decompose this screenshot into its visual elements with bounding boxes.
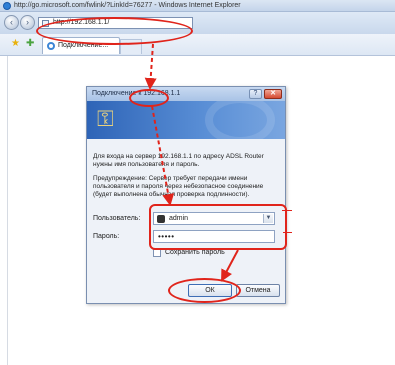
annotation-tick	[282, 210, 292, 211]
ok-highlight-ellipse	[168, 278, 241, 303]
dialog-banner: ⚿	[87, 101, 285, 139]
dialog-titlebar: Подключение к 192.168.1.1 ? ✕	[87, 87, 285, 101]
remember-password-label[interactable]: Сохранить пароль	[165, 249, 225, 256]
window-title: http://go.microsoft.com/fwlink/?LinkId=7…	[14, 2, 241, 9]
window-titlebar: http://go.microsoft.com/fwlink/?LinkId=7…	[0, 0, 395, 12]
credentials-highlight-box	[149, 204, 287, 250]
remember-password-checkbox[interactable]	[153, 249, 161, 257]
add-favorite-icon[interactable]: ✚	[26, 38, 34, 49]
loading-icon	[47, 42, 55, 50]
password-label: Пароль:	[93, 233, 120, 240]
annotation-tick	[283, 232, 292, 233]
cancel-button[interactable]: Отмена	[236, 284, 280, 297]
back-arrow-icon[interactable]: ‹	[4, 15, 19, 30]
banner-decoration	[205, 101, 275, 139]
dialog-warning: Предупреждение: Сервер требует передачи …	[93, 175, 264, 198]
favorites-star-icon[interactable]: ★	[11, 38, 20, 49]
title-highlight-ellipse	[129, 89, 169, 107]
keys-icon: ⚿	[97, 106, 114, 131]
page-border	[7, 56, 8, 365]
dialog-message: Для входа на сервер 192.168.1.1 по адрес…	[93, 153, 264, 168]
login-dialog: Подключение к 192.168.1.1 ? ✕ ⚿ Для вход…	[86, 86, 286, 304]
close-button[interactable]: ✕	[264, 89, 282, 99]
ie-logo-icon	[3, 2, 11, 10]
forward-arrow-icon[interactable]: ›	[20, 15, 35, 30]
help-button[interactable]: ?	[249, 89, 262, 99]
address-highlight-ellipse	[36, 17, 193, 45]
username-label: Пользователь:	[93, 215, 141, 222]
